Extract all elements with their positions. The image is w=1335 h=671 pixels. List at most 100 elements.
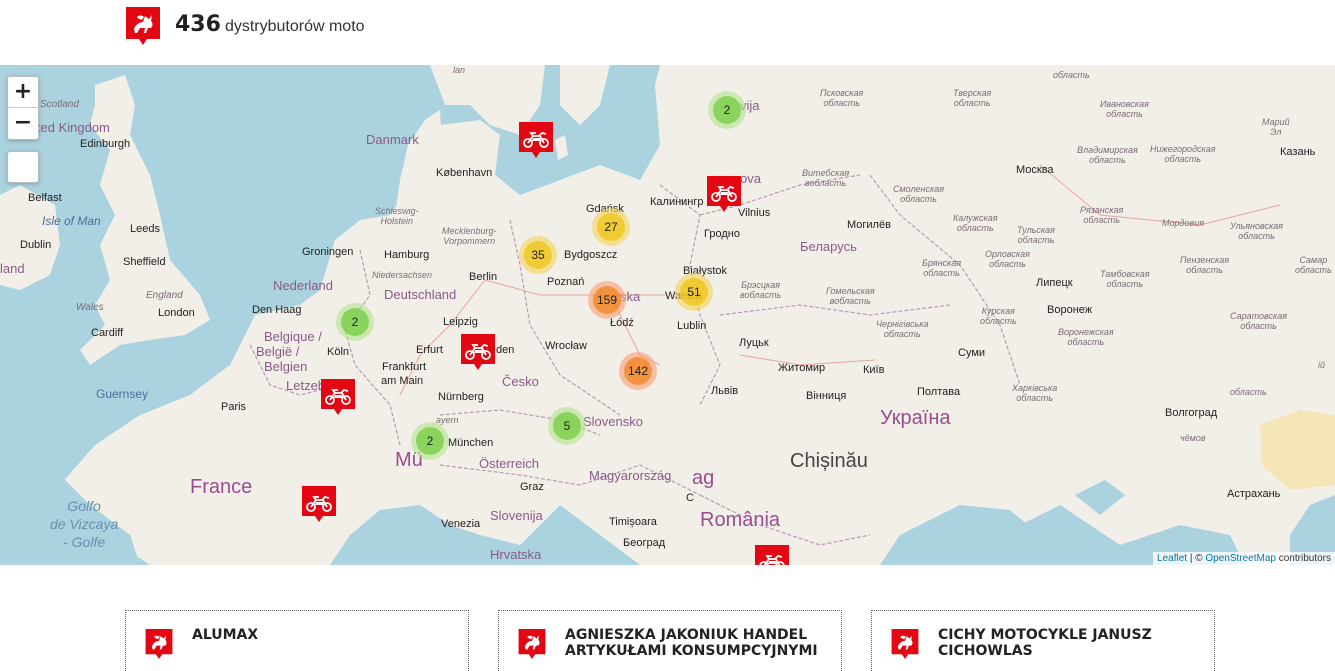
city-voronezh: Воронеж [1047,304,1093,316]
city-wroclaw: Wrocław [545,340,587,352]
city-london: London [158,307,195,319]
pegasus-logo-icon [142,629,176,659]
city-koln: Köln [327,346,350,358]
distributor-card[interactable]: ALUMAX [125,610,469,671]
distributor-list: ALUMAX AGNIESZKA JAKONIUK HANDEL ARTYKUŁ… [0,565,1335,671]
region-golfo: Golfo de Vizcaya - Golfe [50,498,119,550]
cluster-latvia[interactable]: 2 [708,91,746,129]
city-mogilev: Могилёв [847,219,891,231]
city-dresden: den [496,344,515,356]
city-belfast: Belfast [28,192,62,204]
city-timisoara: Timișoara [609,516,657,528]
label-magyarorszag: Magyarország [589,468,672,483]
label-ireland: land [0,261,25,276]
city-lipetsk: Липецк [1036,277,1073,289]
label-belgie: België / [256,344,300,359]
distributor-name: AGNIESZKA JAKONIUK HANDEL ARTYKUŁAMI KON… [565,627,818,659]
region-vladimir: Владимирская область [1077,145,1138,165]
region-yaroslavl: область [1053,70,1090,80]
label-osterreich: Österreich [479,456,539,471]
region-saratov: Саратовская область [1230,311,1288,331]
fullscreen-button[interactable] [7,151,39,183]
zoom-in-button[interactable]: + [8,77,38,108]
region-isle-of-man: Isle of Man [42,214,101,228]
cluster-munchen[interactable]: 2 [411,422,449,460]
cluster-krakow[interactable]: 142 [619,352,657,390]
distributor-count: 436 dystrybutorów moto [175,12,365,37]
cluster-wien[interactable]: 5 [548,407,586,445]
zoom-out-button[interactable]: − [8,108,38,138]
motorcycle-marker-icon[interactable] [321,379,355,417]
city-beograd: Београд [623,537,666,549]
region-ulyanovsk: Ульяновская область [1230,221,1284,241]
region-tambov: Тамбовская область [1100,269,1150,289]
region-bryansk: Брянская область [922,258,962,278]
cluster-count: 2 [341,308,369,336]
city-munchen: München [448,437,494,449]
zoom-control: + − [7,76,39,140]
city-dublin: Dublin [20,239,52,251]
pegasus-logo-icon[interactable] [126,7,160,45]
city-zhytomyr: Житомир [778,362,826,374]
cluster-gdansk[interactable]: 27 [592,208,630,246]
distributor-card[interactable]: CICHY MOTOCYKLE JANUSZ CICHOWLAS [871,610,1215,671]
motorcycle-marker-icon[interactable] [302,486,336,524]
cluster-bydgoszcz[interactable]: 35 [519,236,557,274]
cluster-count: 27 [597,213,625,241]
region-volgograd: область [1230,387,1267,397]
map-attribution: Leaflet | © OpenStreetMap contributors [1153,552,1335,565]
cluster-warszawa[interactable]: 51 [675,273,713,311]
region-tver: Тверская область [953,88,992,108]
city-edinburgh: Edinburgh [80,138,131,150]
motorcycle-marker-icon[interactable] [707,176,741,214]
city-lviv: Львів [711,385,739,397]
region-pskov: Псковская область [820,88,864,108]
city-c: C [686,492,694,504]
label-romania: România [700,509,781,531]
distributor-card[interactable]: AGNIESZKA JAKONIUK HANDEL ARTYKUŁAMI KON… [498,610,842,671]
region-kharkiv: Харківська область [1012,383,1058,403]
city-graz: Graz [520,481,544,493]
label-hrvatska: Hrvatska [490,547,542,562]
region-iy: ій [1318,360,1326,370]
city-astrakhan: Астрахань [1227,488,1281,500]
region-tula: Тульская область [1017,225,1055,245]
city-grodno: Гродно [704,228,740,240]
cluster-lodz[interactable]: 159 [588,281,626,319]
label-slovenija: Slovenija [490,508,543,523]
label-nederland: Nederland [273,278,333,293]
city-erfurt: Erfurt [416,344,443,356]
region-oryol: Орловская область [985,249,1030,269]
city-groningen: Groningen [302,246,354,258]
city-kyiv: Київ [863,364,885,376]
region-vitebsk: Витебская вобласть [802,168,850,188]
region-schleswig-holstein: Schleswig- Holstein [375,206,419,226]
motorcycle-marker-icon[interactable] [755,545,789,565]
label-deutschland: Deutschland [384,287,457,302]
region-ryazan: Рязанская область [1080,205,1124,225]
distributor-name: CICHY MOTOCYKLE JANUSZ CICHOWLAS [938,627,1152,659]
city-vilnius: Vilnius [738,207,771,219]
region-mordovia: Мордовия [1162,218,1204,228]
cluster-count: 159 [593,286,621,314]
leaflet-link[interactable]: Leaflet [1157,553,1187,564]
region-wales: Wales [76,302,104,313]
motorcycle-marker-icon[interactable] [461,334,495,372]
region-smolensk: Смоленская область [893,184,945,204]
label-slovensko: Slovensko [583,414,643,429]
city-lodz: Łódź [610,317,634,329]
city-sheffield: Sheffield [123,256,166,268]
city-venezia: Venezia [441,518,481,530]
cluster-count: 2 [713,96,741,124]
motorcycle-marker-icon[interactable] [519,122,553,160]
cluster-netherlands[interactable]: 2 [336,303,374,341]
cluster-count: 5 [553,412,581,440]
city-kobenhavn: København [436,167,493,179]
region-kursk: Курская область [980,306,1017,326]
region-chernihiv: Чернігівська область [876,319,929,339]
cluster-count: 51 [680,278,708,306]
city-leeds: Leeds [130,223,160,235]
osm-link[interactable]: OpenStreetMap [1205,553,1276,564]
distributor-map[interactable]: Danmark Deutschland Nederland Belgique /… [0,65,1335,565]
city-kazan: Казань [1280,146,1316,158]
